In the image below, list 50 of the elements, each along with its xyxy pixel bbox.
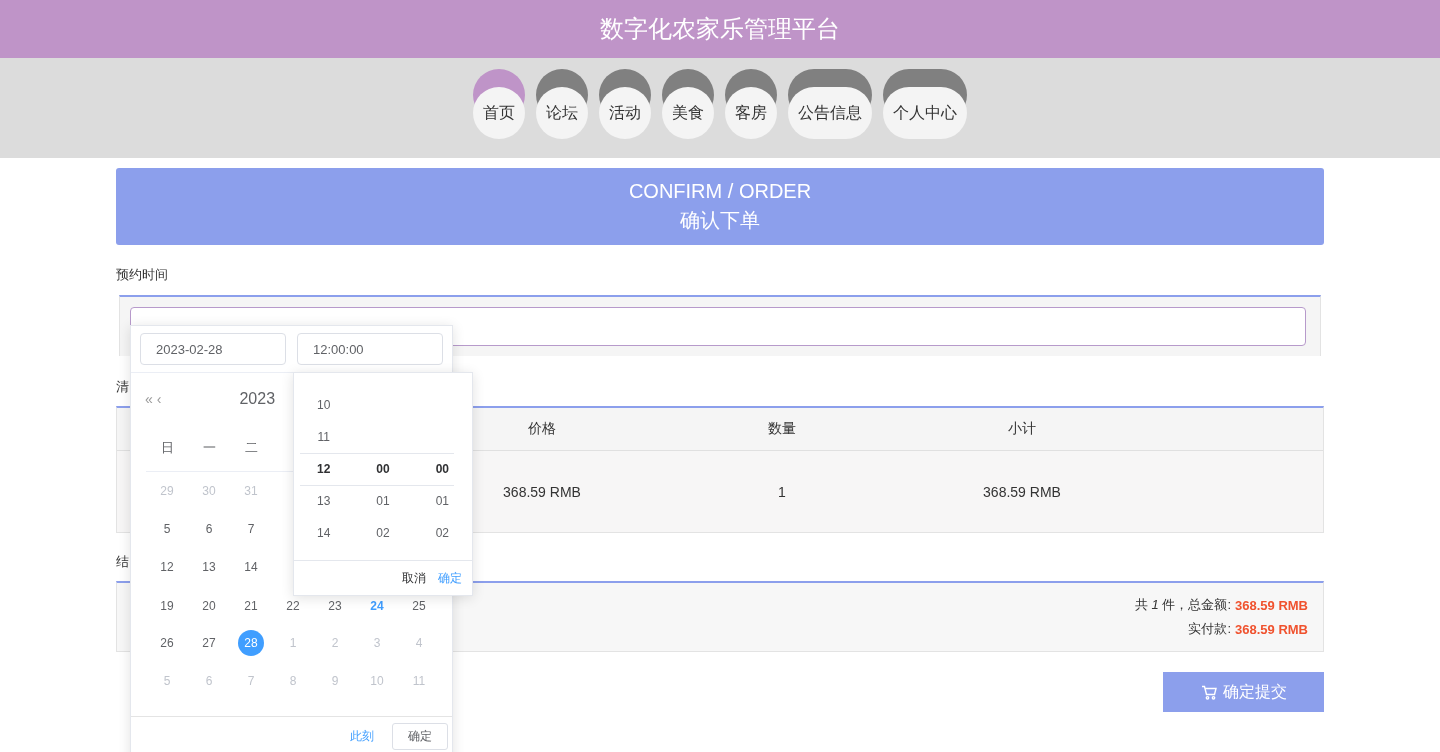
date-input[interactable]: 2023-02-28 [140, 333, 286, 365]
site-title: 数字化农家乐管理平台 [600, 14, 840, 44]
table-cell: 368.59 RMB [983, 483, 1061, 500]
cancel-button[interactable]: 取消 [402, 570, 426, 587]
weekday-label: 二 [244, 439, 258, 457]
paid-label: 实付款: [1188, 620, 1231, 638]
table-cell: 368.59 RMB [503, 483, 581, 500]
calendar-day[interactable]: 23 [327, 599, 343, 613]
calendar-day[interactable]: 25 [411, 599, 427, 613]
time-option[interactable]: 13 [317, 494, 331, 508]
section-label: 结 [116, 553, 129, 571]
calendar-day[interactable]: 13 [201, 560, 217, 574]
weekday-label: 一 [202, 439, 216, 457]
calendar-day[interactable]: 6 [204, 522, 214, 536]
table-cell: 1 [778, 483, 786, 500]
calendar-day[interactable]: 21 [243, 599, 259, 613]
total-amount: 368.59 RMB [1235, 597, 1308, 613]
calendar-day[interactable]: 7 [246, 522, 256, 536]
calendar-day[interactable]: 5 [162, 522, 172, 536]
calendar-day[interactable]: 27 [201, 636, 217, 650]
column-header: 价格 [528, 420, 556, 438]
time-option[interactable]: 10 [317, 398, 331, 412]
section-label: 预约时间 [116, 266, 168, 284]
column-header: 数量 [768, 420, 796, 438]
paid-amount: 368.59 RMB [1235, 621, 1308, 637]
item-count-text: 共 1 件，总金额: [1134, 596, 1231, 614]
calendar-day[interactable]: 12 [159, 560, 175, 574]
time-option[interactable]: 11 [317, 430, 330, 444]
calendar-day[interactable]: 26 [159, 636, 175, 650]
time-option[interactable]: 02 [435, 526, 449, 540]
time-option[interactable]: 01 [376, 494, 390, 508]
cart-icon [1200, 684, 1217, 700]
time-option[interactable]: 00 [435, 462, 449, 476]
confirm-button[interactable]: 确定 [392, 722, 448, 750]
time-input[interactable]: 12:00:00 [297, 333, 443, 365]
time-option[interactable]: 14 [317, 526, 331, 540]
section-label: 清 [116, 378, 129, 396]
banner-subtitle: 确认下单 [680, 207, 760, 233]
banner-title: CONFIRM / ORDER [628, 179, 812, 203]
weekday-label: 日 [160, 439, 174, 457]
calendar-year: 2023 [239, 390, 276, 408]
time-option[interactable]: 00 [376, 462, 390, 476]
calendar-day[interactable]: 22 [285, 599, 301, 613]
time-option[interactable]: 12 [317, 462, 331, 476]
time-option[interactable]: 01 [435, 494, 449, 508]
calendar-day[interactable]: 14 [243, 560, 259, 574]
column-header: 小计 [1008, 420, 1036, 438]
calendar-day[interactable]: 20 [201, 599, 217, 613]
calendar-day[interactable]: 19 [159, 599, 175, 613]
time-option[interactable]: 02 [376, 526, 390, 540]
